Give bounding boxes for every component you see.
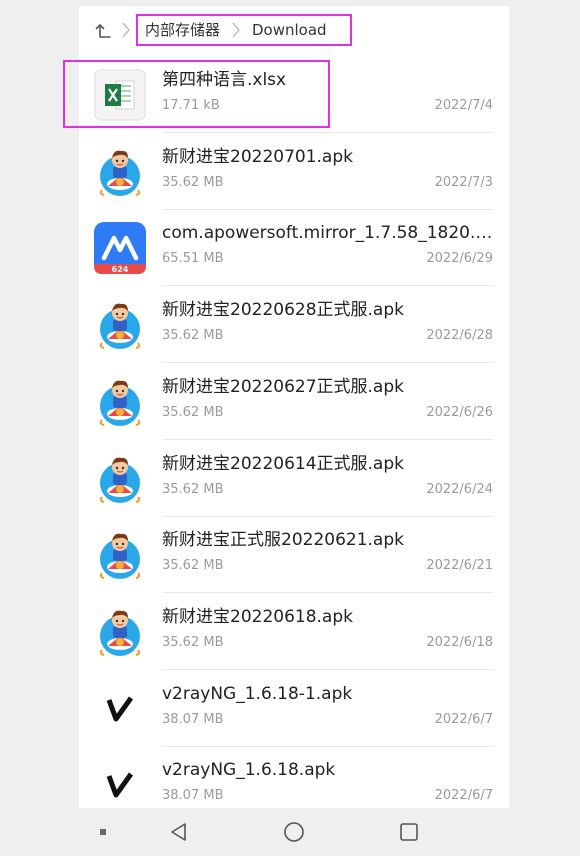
v2rayng-icon (94, 682, 146, 735)
file-name: 新财进宝20220701.apk (162, 146, 353, 167)
breadcrumb-highlight-box (136, 14, 352, 46)
svg-text:624: 624 (112, 265, 129, 274)
file-size: 35.62 MB (162, 558, 224, 574)
file-date: 2022/6/7 (434, 711, 493, 727)
menu-square-icon[interactable] (99, 828, 107, 836)
file-date: 2022/6/21 (426, 558, 493, 574)
file-date: 2022/6/18 (426, 634, 493, 650)
file-name: 新财进宝20220628正式服.apk (162, 300, 404, 321)
file-row[interactable]: 新财进宝20220701.apk 35.62 MB 2022/7/3 (79, 133, 509, 210)
chevron-right-icon (122, 22, 130, 38)
rocket-boy-icon (94, 376, 146, 428)
file-row[interactable]: v2rayNG_1.6.18-1.apk 38.07 MB 2022/6/7 (79, 670, 509, 747)
file-name: v2rayNG_1.6.18-1.apk (162, 683, 353, 704)
file-date: 2022/6/7 (434, 788, 493, 804)
file-size: 38.07 MB (162, 788, 224, 804)
rocket-boy-icon (94, 606, 146, 658)
file-name: com.apowersoft.mirror_1.7.58_1820.a.. (162, 223, 495, 244)
v2rayng-icon (94, 759, 146, 808)
file-row[interactable]: 新财进宝20220618.apk 35.62 MB 2022/6/18 (79, 593, 509, 670)
file-date: 2022/6/24 (426, 481, 493, 497)
file-row[interactable]: 新财进宝20220628正式服.apk 35.62 MB 2022/6/28 (79, 286, 509, 364)
file-size: 35.62 MB (162, 328, 224, 344)
rocket-boy-icon (94, 299, 146, 351)
rocket-boy-icon (94, 146, 146, 198)
file-row[interactable]: v2rayNG_1.6.18.apk 38.07 MB 2022/6/7 (79, 746, 509, 808)
file-name: v2rayNG_1.6.18.apk (162, 760, 336, 781)
file-date: 2022/6/28 (426, 328, 493, 344)
file-name: 新财进宝20220618.apk (162, 606, 353, 627)
file-size: 35.62 MB (162, 404, 224, 420)
file-size: 38.07 MB (162, 711, 224, 727)
file-name: 新财进宝20220627正式服.apk (162, 376, 404, 397)
screen: 内部存储器 Download 第四种语言.xlsx 17.71 kB 2022/7/… (0, 0, 580, 856)
file-date: 2022/6/29 (426, 251, 493, 267)
home-circle-icon[interactable] (283, 821, 305, 843)
file-size: 35.62 MB (162, 481, 224, 497)
apowermirror-icon: 624 (94, 222, 146, 275)
file-name: 新财进宝正式服20220621.apk (162, 530, 404, 551)
file-date: 2022/7/4 (434, 98, 493, 113)
file-date: 2022/7/3 (434, 174, 493, 190)
file-row[interactable]: 新财进宝20220614正式服.apk 35.62 MB 2022/6/24 (79, 440, 509, 517)
file-size: 35.62 MB (162, 634, 224, 650)
file-highlight-box (63, 60, 330, 128)
recents-square-icon[interactable] (398, 821, 420, 843)
file-row[interactable]: 新财进宝正式服20220621.apk 35.62 MB 2022/6/21 (79, 516, 509, 594)
rocket-boy-icon (94, 453, 146, 505)
file-size: 65.51 MB (162, 251, 224, 267)
file-size: 35.62 MB (162, 174, 224, 190)
file-date: 2022/6/26 (426, 404, 493, 420)
file-row[interactable]: 新财进宝20220627正式服.apk 35.62 MB 2022/6/26 (79, 363, 509, 440)
file-row[interactable]: 624 com.apowersoft.mirror_1.7.58_1820.a..… (79, 209, 509, 287)
back-triangle-icon[interactable] (168, 821, 190, 843)
file-name: 新财进宝20220614正式服.apk (162, 453, 404, 474)
up-arrow-icon[interactable] (95, 20, 113, 40)
system-nav-bar (0, 808, 580, 856)
rocket-boy-icon (94, 529, 146, 581)
